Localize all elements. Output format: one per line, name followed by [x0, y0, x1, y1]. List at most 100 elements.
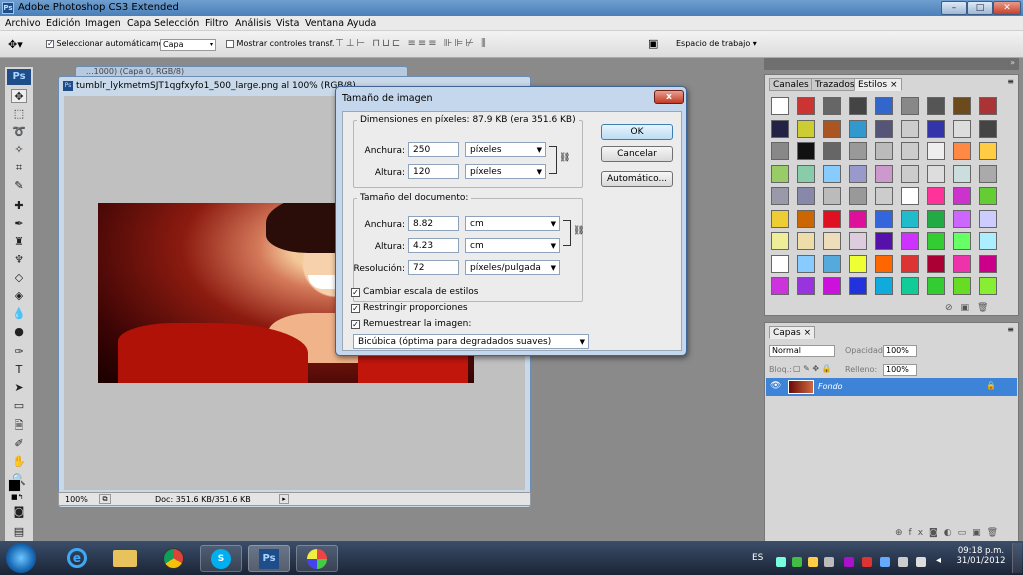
update-tray-icon[interactable]: [808, 557, 818, 567]
style-swatch[interactable]: [771, 164, 789, 183]
start-button-icon[interactable]: [6, 543, 36, 573]
height-input[interactable]: 120: [408, 164, 459, 179]
display-tray-icon[interactable]: [898, 557, 908, 567]
language-indicator[interactable]: ES: [752, 553, 763, 563]
style-swatch[interactable]: [953, 142, 971, 160]
clone-stamp-icon[interactable]: ♜: [11, 235, 27, 249]
signal-tray-icon[interactable]: [776, 557, 786, 567]
crop-tool-icon[interactable]: ⌗: [11, 161, 27, 175]
network-tray-icon[interactable]: [824, 557, 834, 567]
style-swatch[interactable]: [953, 209, 971, 228]
style-swatch[interactable]: [875, 142, 893, 160]
move-tool-icon[interactable]: ✥▾: [8, 38, 23, 51]
menu-ayuda[interactable]: Ayuda: [347, 18, 376, 29]
styles-footer-icons[interactable]: ⊘▣🗑: [945, 303, 996, 313]
lasso-tool-icon[interactable]: ➰: [11, 125, 27, 139]
maximize-button[interactable]: □: [967, 1, 993, 15]
flag-tray-icon[interactable]: [916, 557, 926, 567]
checkbox-checked-icon[interactable]: ✓: [351, 288, 360, 297]
show-desktop-button[interactable]: [1012, 543, 1022, 573]
style-swatch[interactable]: [979, 97, 997, 115]
style-swatch[interactable]: [875, 232, 893, 250]
style-swatch[interactable]: [823, 119, 841, 138]
blend-mode-dropdown[interactable]: Normal: [769, 345, 835, 357]
style-swatch[interactable]: [849, 209, 867, 228]
style-swatch[interactable]: [849, 142, 867, 160]
status-arrow-icon[interactable]: ▸: [279, 494, 289, 504]
menu-archivo[interactable]: Archivo: [5, 18, 41, 29]
style-swatch[interactable]: [979, 187, 997, 205]
style-swatch[interactable]: [901, 142, 919, 160]
doc-height-unit-dropdown[interactable]: cm ▼: [465, 238, 560, 253]
style-swatch[interactable]: [849, 119, 867, 138]
style-swatch[interactable]: [927, 277, 945, 295]
style-swatch[interactable]: [771, 119, 789, 138]
menu-imagen[interactable]: Imagen: [85, 18, 121, 29]
shape-tool-icon[interactable]: ▭: [11, 399, 27, 413]
marquee-tool-icon[interactable]: ⬚: [11, 107, 27, 121]
style-swatch[interactable]: [875, 119, 893, 138]
clock[interactable]: 09:18 p.m. 31/01/2012: [956, 546, 1006, 566]
style-swatch[interactable]: [823, 97, 841, 115]
chrome-taskbar-icon[interactable]: [152, 545, 194, 572]
style-swatch[interactable]: [849, 164, 867, 183]
lock-icons[interactable]: ▢ ✎ ✥ 🔒: [793, 364, 832, 373]
slice-tool-icon[interactable]: ✎: [11, 179, 27, 193]
menu-ventana[interactable]: Ventana: [305, 18, 344, 29]
constrain-proportions-checkbox[interactable]: ✓ Restringir proporciones: [351, 303, 468, 313]
close-button[interactable]: ✕: [993, 1, 1021, 15]
eyedropper-icon[interactable]: ✐: [11, 437, 27, 451]
style-swatch[interactable]: [823, 277, 841, 295]
style-swatch[interactable]: [927, 142, 945, 160]
style-swatch[interactable]: [875, 187, 893, 205]
style-swatch[interactable]: [927, 119, 945, 138]
skype-taskbar-icon[interactable]: S: [200, 545, 242, 572]
app-tray-icon[interactable]: [792, 557, 802, 567]
volume-tray-icon[interactable]: ◂: [936, 555, 941, 566]
antivirus-tray-icon[interactable]: [862, 557, 872, 567]
workspace-menu[interactable]: Espacio de trabajo ▾: [676, 39, 757, 48]
style-swatch[interactable]: [875, 164, 893, 183]
style-swatch[interactable]: [953, 254, 971, 273]
checkbox-checked-icon[interactable]: ✓: [351, 320, 360, 329]
menu-vista[interactable]: Vista: [276, 18, 299, 29]
move-tool-icon[interactable]: ✥: [11, 89, 27, 103]
panel-menu-icon[interactable]: ≡: [1007, 77, 1014, 86]
style-swatch[interactable]: [771, 187, 789, 205]
paint-taskbar-icon[interactable]: [296, 545, 338, 572]
doc-width-input[interactable]: 8.82: [408, 216, 459, 231]
style-swatch[interactable]: [953, 277, 971, 295]
style-swatch[interactable]: [979, 164, 997, 183]
hand-tool-icon[interactable]: ✋: [11, 455, 27, 469]
style-swatch[interactable]: [901, 209, 919, 228]
style-swatch[interactable]: [849, 277, 867, 295]
fill-input[interactable]: 100%: [883, 364, 917, 376]
style-swatch[interactable]: [797, 142, 815, 160]
style-swatch[interactable]: [979, 119, 997, 138]
style-swatch[interactable]: [953, 187, 971, 205]
resolution-unit-dropdown[interactable]: píxeles/pulgada ▼: [465, 260, 560, 275]
style-swatch[interactable]: [823, 142, 841, 160]
style-swatch[interactable]: [797, 232, 815, 250]
menu-seleccion[interactable]: Selección: [154, 18, 199, 29]
style-swatch[interactable]: [927, 209, 945, 228]
zoom-level[interactable]: 100%: [65, 495, 88, 504]
style-swatch[interactable]: [875, 209, 893, 228]
checkbox-icon[interactable]: [46, 39, 54, 48]
dialog-close-button[interactable]: x: [654, 90, 684, 104]
path-select-icon[interactable]: ➤: [11, 381, 27, 395]
dodge-tool-icon[interactable]: ●: [11, 325, 27, 339]
quick-mask-icon[interactable]: ◙: [11, 505, 27, 519]
style-swatch[interactable]: [901, 119, 919, 138]
style-swatch[interactable]: [927, 187, 945, 205]
style-swatch[interactable]: [823, 187, 841, 205]
style-swatch[interactable]: [797, 209, 815, 228]
style-swatch[interactable]: [797, 187, 815, 205]
style-swatch[interactable]: [927, 254, 945, 273]
layers-menu-icon[interactable]: ≡: [1007, 325, 1014, 334]
ie-taskbar-icon[interactable]: e: [56, 545, 98, 572]
style-swatch[interactable]: [979, 232, 997, 250]
style-swatch[interactable]: [823, 232, 841, 250]
align-buttons-icon[interactable]: ⊤⊥⊢ ⊓⊔⊏ ≡≡≡ ⊪⊫⊬ ⫼: [335, 38, 488, 49]
layers-footer-icons[interactable]: ⊕fx◙◐▭▣🗑: [895, 528, 1004, 538]
